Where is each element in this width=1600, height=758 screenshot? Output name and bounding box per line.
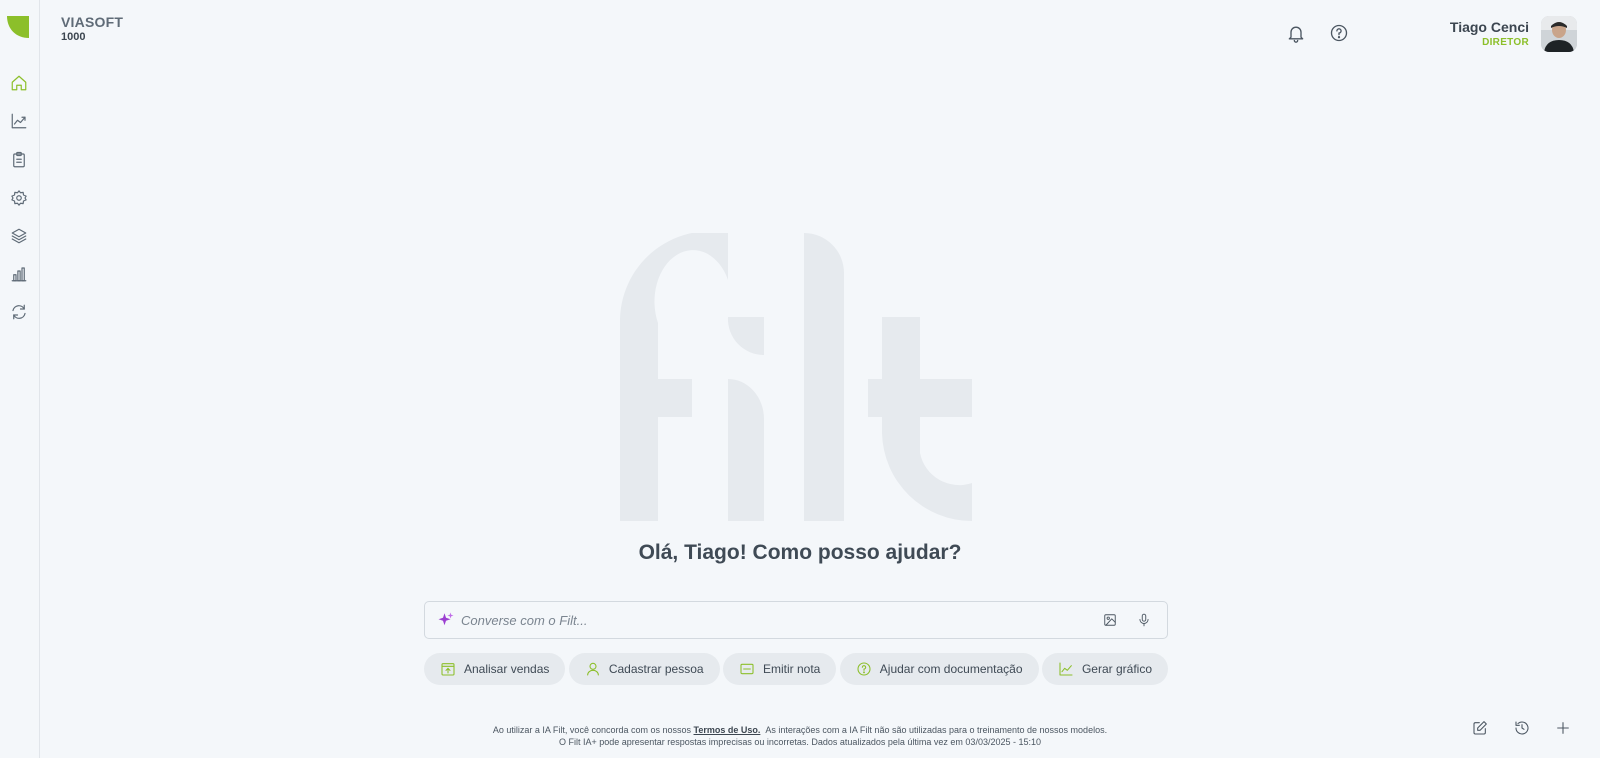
new-chat-button[interactable] <box>1552 717 1574 739</box>
sidebar-item-layers[interactable] <box>8 225 30 247</box>
notifications-button[interactable] <box>1286 23 1308 45</box>
company-info[interactable]: VIASOFT 1000 <box>61 14 123 43</box>
terms-link[interactable]: Termos de Uso. <box>694 725 761 735</box>
image-icon <box>1104 614 1116 626</box>
user-role: DIRETOR <box>1482 37 1529 48</box>
layers-icon <box>11 228 27 244</box>
chip-label: Cadastrar pessoa <box>608 662 704 676</box>
chip-emitir-nota[interactable]: Emitir nota <box>722 653 837 685</box>
edit-icon <box>1473 721 1487 735</box>
sidebar-item-home[interactable] <box>8 72 30 94</box>
sales-icon <box>441 663 455 676</box>
clipboard-icon <box>13 151 25 168</box>
history-button[interactable] <box>1511 717 1533 739</box>
chip-cadastrar-pessoa[interactable]: Cadastrar pessoa <box>568 653 720 685</box>
filt-watermark-logo <box>620 233 972 521</box>
bar-chart-icon <box>11 267 27 282</box>
company-code: 1000 <box>61 31 86 43</box>
sidebar-item-settings[interactable] <box>8 187 30 209</box>
chat-input[interactable] <box>461 612 1087 628</box>
attach-image-button[interactable] <box>1099 609 1121 631</box>
help-button[interactable] <box>1329 23 1351 45</box>
disclaimer-line-2: O Filt IA+ pode apresentar respostas imp… <box>558 737 1041 747</box>
invoice-icon <box>740 663 754 675</box>
sidebar-item-statistics[interactable] <box>8 263 30 285</box>
plus-icon <box>1557 722 1569 734</box>
chip-gerar-grafico[interactable]: Gerar gráfico <box>1041 653 1168 685</box>
voice-input-button[interactable] <box>1133 609 1155 631</box>
chip-analisar-vendas[interactable]: Analisar vendas <box>424 653 566 685</box>
gear-icon <box>11 190 27 206</box>
sidebar <box>0 0 40 758</box>
microphone-icon <box>1139 613 1149 627</box>
disclaimer-suffix: As interações com a IA Filt não são util… <box>765 725 1108 735</box>
user-name: Tiago Cenci <box>1449 19 1529 35</box>
viasoft-logo-icon[interactable] <box>7 16 29 38</box>
sidebar-item-reports[interactable] <box>8 149 30 171</box>
user-info[interactable]: Tiago Cenci DIRETOR <box>1450 19 1529 48</box>
home-icon <box>11 75 27 91</box>
chip-label: Ajudar com documentação <box>879 662 1023 676</box>
disclaimer: Ao utilizar a IA Filt, você concorda com… <box>0 724 1600 748</box>
chip-label: Gerar gráfico <box>1081 662 1152 676</box>
chip-label: Emitir nota <box>762 662 821 676</box>
avatar[interactable] <box>1541 16 1577 52</box>
chip-label: Analisar vendas <box>464 662 550 676</box>
user-icon <box>586 662 599 676</box>
company-name: VIASOFT <box>61 14 124 30</box>
suggestion-chips: Analisar vendas Cadastrar pessoa Emitir … <box>424 653 1168 685</box>
bell-icon <box>1288 26 1304 43</box>
sidebar-item-sync[interactable] <box>8 301 30 323</box>
help-icon <box>1330 24 1348 42</box>
help-circle-icon <box>857 662 871 676</box>
greeting-title: Olá, Tiago! Como posso ajudar? <box>638 541 962 564</box>
chip-ajudar-documentacao[interactable]: Ajudar com documentação <box>839 653 1039 685</box>
sync-icon <box>12 304 26 320</box>
avatar-photo-icon <box>1541 16 1577 52</box>
sidebar-item-analytics[interactable] <box>8 110 30 132</box>
edit-button[interactable] <box>1469 717 1491 739</box>
chart-icon <box>1059 662 1073 676</box>
chat-input-box[interactable] <box>424 601 1168 639</box>
disclaimer-line-1: Ao utilizar a IA Filt, você concorda com… <box>0 724 1600 736</box>
ai-sparkle-icon <box>438 612 454 626</box>
disclaimer-prefix: Ao utilizar a IA Filt, você concorda com… <box>492 725 691 735</box>
history-icon <box>1515 721 1529 735</box>
trend-chart-icon <box>11 113 27 129</box>
